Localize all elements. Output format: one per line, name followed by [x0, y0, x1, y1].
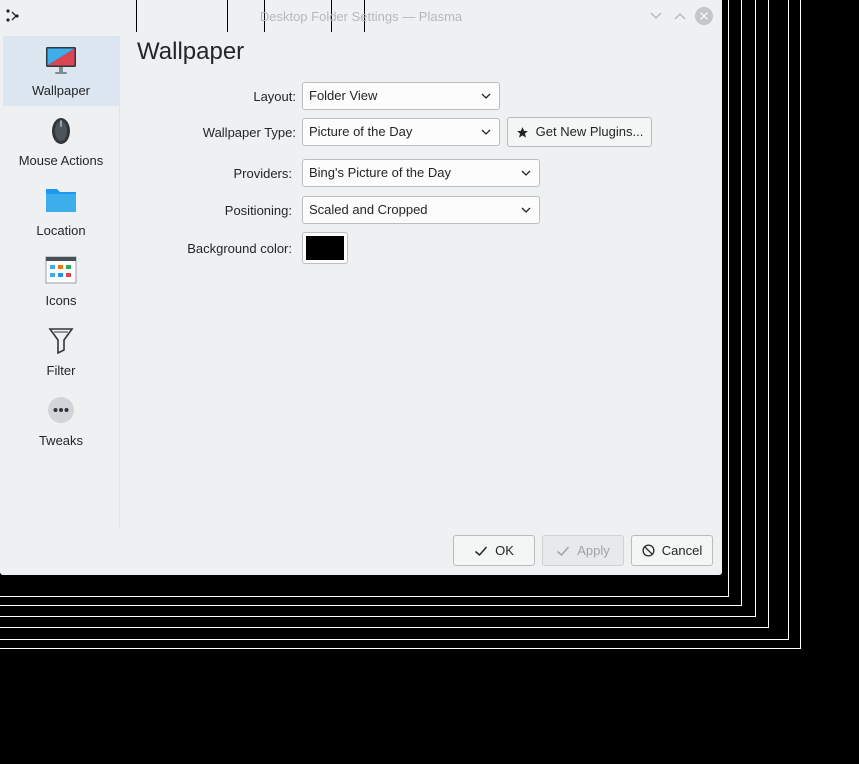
maximize-button[interactable] [670, 6, 690, 26]
providers-value: Bing's Picture of the Day [309, 165, 451, 180]
settings-window: Desktop Folder Settings — Plasma Wallpap… [0, 0, 722, 575]
sidebar-item-label: Mouse Actions [18, 153, 104, 168]
background-color-swatch [306, 236, 344, 260]
positioning-label: Positioning: [224, 203, 292, 218]
sidebar-item-label: Tweaks [38, 433, 84, 448]
get-new-plugins-button[interactable]: Get New Plugins... [507, 117, 652, 147]
layout-combo[interactable]: Folder View [302, 82, 500, 110]
chevron-down-icon [650, 12, 662, 19]
sidebar-item-filter[interactable]: Filter [3, 316, 119, 386]
wallpaper-type-label: Wallpaper Type: [202, 125, 296, 140]
chevron-down-icon [521, 207, 531, 213]
chevron-down-icon [481, 129, 491, 135]
get-new-plugins-label: Get New Plugins... [535, 124, 644, 139]
sidebar-item-mouse-actions[interactable]: Mouse Actions [3, 106, 119, 176]
wallpaper-type-combo[interactable]: Picture of the Day [302, 118, 500, 146]
background-color-button[interactable] [302, 232, 348, 264]
sidebar-item-icons[interactable]: Icons [3, 246, 119, 316]
star-icon [516, 126, 528, 138]
mouse-icon [52, 118, 70, 144]
apply-label: Apply [577, 542, 610, 558]
sidebar-item-tweaks[interactable]: Tweaks [3, 386, 119, 456]
positioning-combo[interactable]: Scaled and Cropped [302, 196, 540, 224]
close-button[interactable] [694, 6, 714, 26]
checkmark-icon [475, 546, 488, 556]
wallpaper-type-value: Picture of the Day [309, 124, 413, 139]
page-title: Wallpaper [137, 38, 245, 65]
ok-button[interactable]: OK [453, 535, 535, 566]
apply-button[interactable]: Apply [542, 535, 624, 566]
minimize-button[interactable] [646, 6, 666, 26]
providers-label: Providers: [233, 166, 292, 181]
filter-funnel-icon [48, 328, 74, 355]
icons-window-icon [45, 256, 77, 284]
window-title: Desktop Folder Settings — Plasma [259, 9, 463, 24]
sidebar-item-label: Location [36, 223, 86, 238]
chevron-down-icon [481, 93, 491, 99]
chevron-down-icon [521, 170, 531, 176]
title-bar: Desktop Folder Settings — Plasma [0, 0, 722, 34]
cancel-button[interactable]: Cancel [631, 535, 713, 566]
chevron-up-icon [674, 13, 686, 20]
checkmark-icon [557, 546, 570, 556]
cancel-icon [642, 544, 655, 557]
layout-combo-value: Folder View [309, 88, 378, 103]
close-icon [695, 7, 713, 25]
sidebar-item-location[interactable]: Location [3, 176, 119, 246]
sidebar-item-label: Icons [45, 293, 77, 308]
sidebar-item-label: Filter [46, 363, 76, 378]
providers-combo[interactable]: Bing's Picture of the Day [302, 159, 540, 187]
ok-label: OK [495, 542, 514, 558]
monitor-wallpaper-icon [46, 47, 76, 74]
folder-icon [46, 189, 76, 212]
more-dots-icon [48, 397, 74, 423]
background-color-label: Background color: [187, 241, 292, 256]
category-sidebar: Wallpaper Mouse Actions Location Icons F… [3, 36, 120, 528]
layout-label: Layout: [253, 89, 296, 104]
positioning-value: Scaled and Cropped [309, 202, 428, 217]
sidebar-item-label: Wallpaper [31, 83, 91, 98]
cancel-label: Cancel [661, 542, 703, 558]
sidebar-item-wallpaper[interactable]: Wallpaper [3, 36, 119, 106]
